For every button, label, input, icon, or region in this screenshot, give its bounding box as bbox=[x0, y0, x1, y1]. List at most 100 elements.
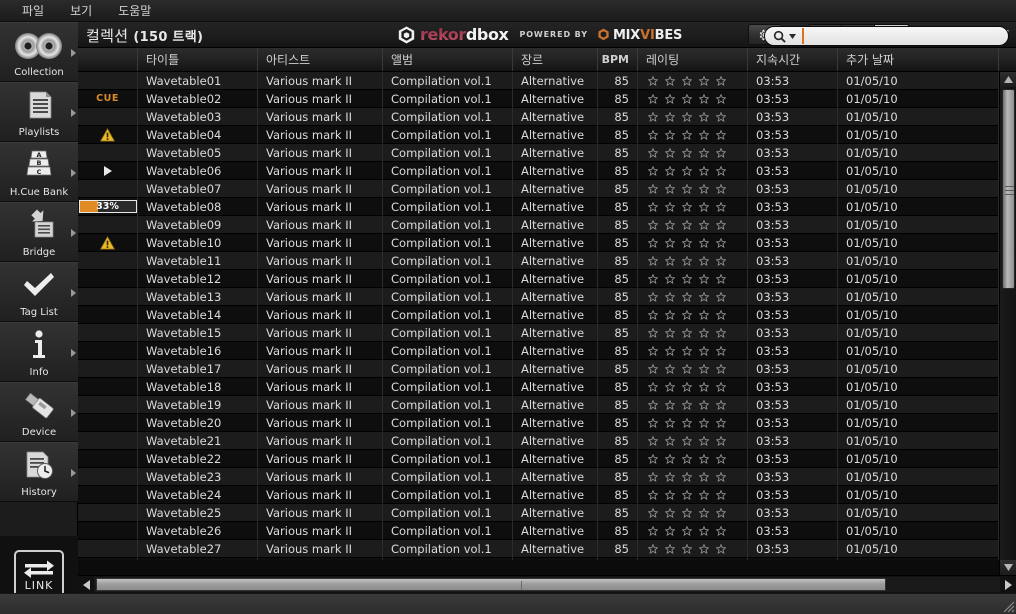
table-row[interactable]: Wavetable01 Various mark II Compilation vo… bbox=[78, 72, 999, 90]
table-row[interactable]: Wavetable07 Various mark II Compilation vo… bbox=[78, 179, 999, 198]
table-row[interactable]: Wavetable19 Various mark II Compilation vo… bbox=[78, 395, 999, 414]
table-row[interactable]: Wavetable18 Various mark II Compilation vo… bbox=[78, 377, 999, 396]
rating-star-icon[interactable] bbox=[665, 507, 675, 518]
rating-star-icon[interactable] bbox=[648, 75, 658, 86]
rating-star-icon[interactable] bbox=[716, 309, 726, 320]
rating-star-icon[interactable] bbox=[682, 399, 692, 410]
search-input[interactable] bbox=[802, 28, 1000, 44]
rating-star-icon[interactable] bbox=[682, 165, 692, 176]
rating-star-icon[interactable] bbox=[665, 525, 675, 536]
sidebar-item-collection[interactable]: Collection bbox=[0, 22, 78, 82]
cell-rating[interactable] bbox=[638, 143, 748, 162]
rating-star-icon[interactable] bbox=[682, 345, 692, 356]
rating-star-icon[interactable] bbox=[682, 435, 692, 446]
rating-star-icon[interactable] bbox=[665, 345, 675, 356]
table-row[interactable]: Wavetable09 Various mark II Compilation vo… bbox=[78, 215, 999, 234]
rating-star-icon[interactable] bbox=[699, 255, 709, 266]
cell-rating[interactable] bbox=[638, 197, 748, 216]
rating-star-icon[interactable] bbox=[716, 453, 726, 464]
table-row[interactable]: Wavetable26 Various mark II Compilation vo… bbox=[78, 521, 999, 540]
rating-star-icon[interactable] bbox=[716, 327, 726, 338]
table-row[interactable]: Wavetable24 Various mark II Compilation vo… bbox=[78, 485, 999, 504]
rating-star-icon[interactable] bbox=[716, 147, 726, 158]
rating-star-icon[interactable] bbox=[682, 75, 692, 86]
cell-rating[interactable] bbox=[638, 449, 748, 468]
rating-star-icon[interactable] bbox=[648, 381, 658, 392]
rating-star-icon[interactable] bbox=[682, 129, 692, 140]
rating-star-icon[interactable] bbox=[682, 471, 692, 482]
resize-grip-icon[interactable] bbox=[999, 597, 1015, 613]
rating-star-icon[interactable] bbox=[682, 363, 692, 374]
rating-star-icon[interactable] bbox=[699, 435, 709, 446]
column-header-artist[interactable]: 아티스트 bbox=[258, 48, 383, 71]
cell-rating[interactable] bbox=[638, 215, 748, 234]
cell-rating[interactable] bbox=[638, 359, 748, 378]
rating-star-icon[interactable] bbox=[699, 471, 709, 482]
rating-star-icon[interactable] bbox=[648, 489, 658, 500]
table-row[interactable]: Wavetable15 Various mark II Compilation vo… bbox=[78, 323, 999, 342]
horizontal-scrollbar[interactable] bbox=[78, 575, 1016, 593]
cell-rating[interactable] bbox=[638, 485, 748, 504]
table-row[interactable]: Wavetable03 Various mark II Compilation vo… bbox=[78, 107, 999, 126]
scroll-up-button[interactable] bbox=[1000, 72, 1016, 87]
rating-star-icon[interactable] bbox=[648, 345, 658, 356]
column-header-duration[interactable]: 지속시간 bbox=[748, 48, 838, 71]
cell-rating[interactable] bbox=[638, 521, 748, 540]
rating-star-icon[interactable] bbox=[648, 525, 658, 536]
rating-star-icon[interactable] bbox=[648, 471, 658, 482]
table-row[interactable]: Wavetable12 Various mark II Compilation vo… bbox=[78, 269, 999, 288]
cell-rating[interactable] bbox=[638, 377, 748, 396]
rating-star-icon[interactable] bbox=[716, 525, 726, 536]
table-row[interactable]: CUE Wavetable02 Various mark II Compilation… bbox=[78, 89, 999, 108]
rating-star-icon[interactable] bbox=[682, 147, 692, 158]
rating-star-icon[interactable] bbox=[716, 435, 726, 446]
rating-star-icon[interactable] bbox=[716, 291, 726, 302]
menu-item-view[interactable]: 보기 bbox=[58, 2, 104, 20]
rating-star-icon[interactable] bbox=[665, 471, 675, 482]
table-row[interactable]: Wavetable28Various mark IICompilation vo… bbox=[78, 557, 999, 560]
rating-star-icon[interactable] bbox=[682, 489, 692, 500]
rating-star-icon[interactable] bbox=[648, 255, 658, 266]
rating-star-icon[interactable] bbox=[682, 525, 692, 536]
rating-star-icon[interactable] bbox=[665, 363, 675, 374]
sidebar-expand-arrow[interactable] bbox=[71, 289, 76, 297]
rating-star-icon[interactable] bbox=[665, 75, 675, 86]
rating-star-icon[interactable] bbox=[648, 309, 658, 320]
rating-star-icon[interactable] bbox=[699, 291, 709, 302]
rating-star-icon[interactable] bbox=[699, 525, 709, 536]
cell-rating[interactable] bbox=[638, 107, 748, 126]
vertical-scrollbar-thumb[interactable] bbox=[1002, 89, 1015, 289]
sidebar-expand-arrow[interactable] bbox=[71, 109, 76, 117]
table-row[interactable]: Wavetable11 Various mark II Compilation vo… bbox=[78, 251, 999, 270]
rating-star-icon[interactable] bbox=[699, 309, 709, 320]
table-row[interactable]: Wavetable22 Various mark II Compilation vo… bbox=[78, 449, 999, 468]
table-row[interactable]: Wavetable21 Various mark II Compilation vo… bbox=[78, 431, 999, 450]
cell-rating[interactable] bbox=[638, 557, 748, 560]
rating-star-icon[interactable] bbox=[699, 183, 709, 194]
menu-item-help[interactable]: 도움말 bbox=[106, 2, 163, 20]
rating-star-icon[interactable] bbox=[665, 381, 675, 392]
rating-star-icon[interactable] bbox=[716, 129, 726, 140]
cell-rating[interactable] bbox=[638, 161, 748, 180]
search-box[interactable] bbox=[764, 26, 1009, 46]
table-row[interactable]: Wavetable16 Various mark II Compilation vo… bbox=[78, 341, 999, 360]
rating-star-icon[interactable] bbox=[648, 111, 658, 122]
sidebar-item-device[interactable]: Device bbox=[0, 382, 78, 442]
cell-rating[interactable] bbox=[638, 305, 748, 324]
rating-star-icon[interactable] bbox=[648, 147, 658, 158]
rating-star-icon[interactable] bbox=[716, 363, 726, 374]
rating-star-icon[interactable] bbox=[699, 345, 709, 356]
column-header-genre[interactable]: 장르 bbox=[513, 48, 598, 71]
rating-star-icon[interactable] bbox=[648, 435, 658, 446]
rating-star-icon[interactable] bbox=[716, 489, 726, 500]
rating-star-icon[interactable] bbox=[716, 417, 726, 428]
cell-rating[interactable] bbox=[638, 269, 748, 288]
rating-star-icon[interactable] bbox=[682, 507, 692, 518]
cell-rating[interactable] bbox=[638, 503, 748, 522]
rating-star-icon[interactable] bbox=[665, 93, 675, 104]
rating-star-icon[interactable] bbox=[682, 309, 692, 320]
rating-star-icon[interactable] bbox=[716, 255, 726, 266]
rating-star-icon[interactable] bbox=[648, 291, 658, 302]
rating-star-icon[interactable] bbox=[716, 471, 726, 482]
rating-star-icon[interactable] bbox=[682, 381, 692, 392]
